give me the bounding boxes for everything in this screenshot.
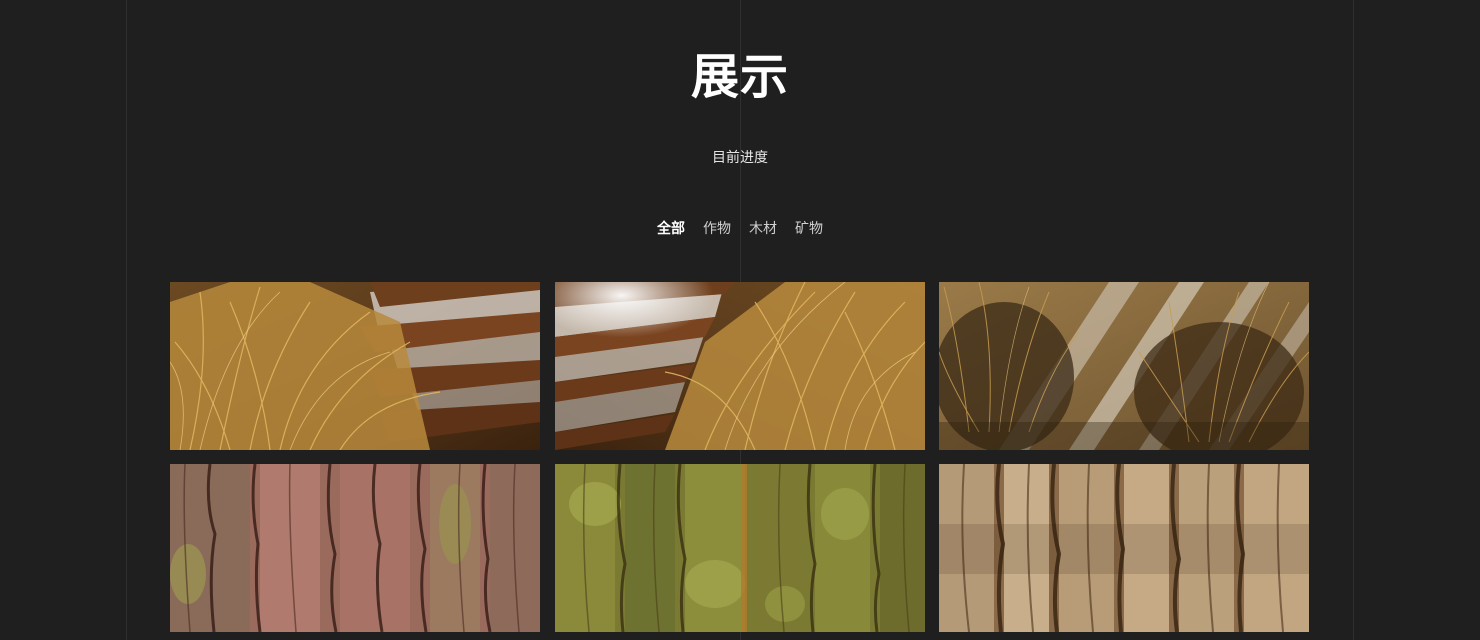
page-title: 展示 (690, 49, 789, 105)
grass-logs-image (554, 282, 925, 450)
category-filter-bar: 全部 作物 木材 矿物 (0, 220, 1480, 238)
page-subtitle: 目前进度 (712, 150, 768, 166)
filter-crops[interactable]: 作物 (703, 220, 731, 238)
filter-minerals[interactable]: 矿物 (795, 220, 823, 238)
red-bark-image (170, 464, 540, 632)
light-bark-image (939, 464, 1309, 632)
gallery-item-mossy-bark-green[interactable] (554, 464, 925, 632)
gallery-item-pine-bark-red[interactable] (170, 464, 540, 632)
showcase-page: 展示 目前进度 全部 作物 木材 矿物 (0, 0, 1480, 640)
moss-bark-image (554, 464, 925, 632)
grass-logs-image (170, 282, 540, 450)
gallery-grid (170, 282, 1309, 632)
gallery-item-dry-grass-tufts-sand[interactable] (939, 282, 1309, 450)
gallery-item-dry-grass-wet-logs-2[interactable] (554, 282, 925, 450)
gallery-item-light-brown-bark[interactable] (939, 464, 1309, 632)
filter-all[interactable]: 全部 (657, 220, 685, 238)
filter-wood[interactable]: 木材 (749, 220, 777, 238)
gallery-item-dry-grass-wet-logs-1[interactable] (170, 282, 540, 450)
grass-tufts-image (939, 282, 1309, 450)
